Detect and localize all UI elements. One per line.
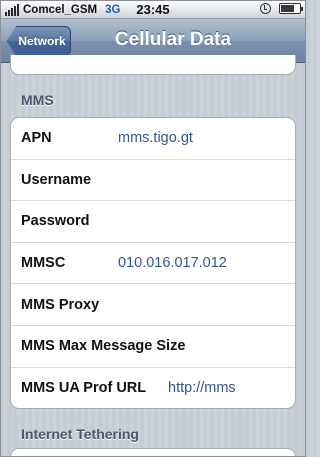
status-bar: Comcel_GSM 3G 23:45 [1,1,305,19]
settings-row-mms-max-message-size[interactable]: MMS Max Message Size [11,326,295,368]
section-header-mms: MMS [21,92,54,108]
page-title: Cellular Data [114,29,232,50]
row-label: MMSC [21,255,66,272]
signal-strength-icon [5,3,19,16]
section-header-internet-tethering: Internet Tethering [21,426,139,442]
row-label: MMS UA Prof URL [21,380,147,397]
row-label: MMS Proxy [21,296,100,313]
settings-row-mmsc[interactable]: MMSC 010.016.017.012 [11,243,295,285]
previous-group-end [10,55,296,75]
battery-icon [279,3,303,14]
screen: Comcel_GSM 3G 23:45 Network Cellular Dat… [0,0,306,457]
row-label: MMS Max Message Size [21,338,186,355]
settings-row-apn[interactable]: APN mms.tigo.gt [11,118,295,160]
settings-row-username[interactable]: Username [11,160,295,202]
orientation-lock-icon [260,3,271,14]
row-label: Username [21,171,92,188]
mms-settings-group: APN mms.tigo.gt Username Password MMSC 0… [10,117,296,409]
tethering-group[interactable] [10,448,296,456]
settings-row-mms-ua-prof-url[interactable]: MMS UA Prof URL http://mms [11,368,295,408]
row-label: APN [21,130,52,147]
row-label: Password [21,213,90,230]
row-value[interactable]: mms.tigo.gt [118,130,193,146]
settings-row-password[interactable]: Password [11,201,295,243]
network-type: 3G [105,3,121,16]
carrier-name: Comcel_GSM [23,3,98,16]
settings-row-mms-proxy[interactable]: MMS Proxy [11,284,295,326]
row-value[interactable]: http://mms [168,380,236,396]
row-value[interactable]: 010.016.017.012 [118,255,227,271]
